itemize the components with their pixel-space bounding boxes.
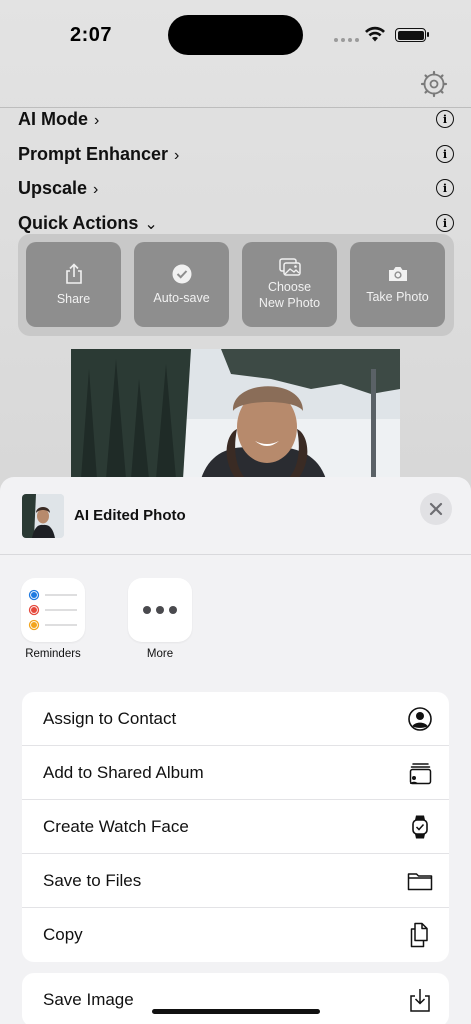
share-sheet-header: AI Edited Photo: [0, 477, 471, 555]
action-list: Assign to Contact Add to Shared Album Cr…: [22, 692, 449, 962]
chevron-right-icon: ›: [93, 180, 99, 198]
gear-icon[interactable]: [420, 70, 448, 98]
close-button[interactable]: [420, 493, 452, 525]
reminders-label: Reminders: [25, 648, 81, 660]
watch-icon: [412, 815, 428, 838]
choose-new-photo-button[interactable]: Choose New Photo: [242, 242, 337, 327]
camera-icon: [388, 266, 407, 281]
action-label: Save to Files: [43, 870, 142, 890]
menu-label: Quick Actions: [18, 212, 139, 233]
menu-prompt-enhancer[interactable]: Prompt Enhancer › i: [18, 139, 454, 169]
copy-row[interactable]: Copy: [22, 908, 449, 962]
auto-save-label: Auto-save: [153, 290, 210, 305]
share-sheet-title: AI Edited Photo: [74, 507, 186, 524]
info-icon[interactable]: i: [436, 214, 454, 232]
chevron-down-icon: ⌄: [144, 215, 158, 233]
status-time: 2:07: [70, 24, 113, 46]
create-watch-face-row[interactable]: Create Watch Face: [22, 800, 449, 854]
close-icon: [429, 502, 443, 516]
wifi-icon: [365, 26, 385, 42]
share-icon: [65, 262, 82, 284]
info-icon[interactable]: i: [436, 145, 454, 163]
shared-album-icon: [409, 762, 432, 784]
take-photo-label: Take Photo: [366, 289, 429, 304]
share-button[interactable]: Share: [26, 242, 121, 327]
more-app-button[interactable]: [128, 578, 192, 642]
reminders-app-button[interactable]: [21, 578, 85, 642]
reminders-icon: [28, 589, 77, 631]
take-photo-button[interactable]: Take Photo: [350, 242, 445, 327]
share-sheet: AI Edited Photo Reminders More Assign to…: [0, 477, 471, 1024]
action-label: Add to Shared Album: [43, 762, 204, 782]
dynamic-island: [168, 15, 303, 55]
more-label: More: [146, 648, 174, 660]
info-icon[interactable]: i: [436, 110, 454, 128]
action-label: Copy: [43, 925, 83, 944]
battery-icon: [395, 28, 429, 42]
share-label: Share: [56, 291, 91, 306]
photos-icon: [278, 258, 301, 276]
quick-actions-panel: Share Auto-save Choose New Photo Take Ph…: [18, 234, 454, 336]
edited-photo: [71, 349, 400, 479]
more-icon: [143, 606, 177, 614]
save-download-icon: [410, 989, 430, 1012]
person-circle-icon: [408, 706, 432, 731]
chevron-right-icon: ›: [94, 111, 100, 129]
assign-to-contact-row[interactable]: Assign to Contact: [22, 692, 449, 746]
info-icon[interactable]: i: [436, 179, 454, 197]
status-bar: 2:07: [0, 0, 471, 70]
action-label: Assign to Contact: [43, 708, 177, 728]
photo-thumbnail: [22, 494, 64, 538]
action-label: Save Image: [43, 990, 134, 1009]
save-image-row[interactable]: Save Image: [22, 973, 449, 1024]
menu-label: Upscale: [18, 177, 88, 198]
menu-label: AI Mode: [18, 108, 88, 129]
signal-dots-icon: [334, 38, 359, 42]
folder-icon: [407, 872, 433, 890]
action-list-2: Save Image: [22, 973, 449, 1024]
chevron-right-icon: ›: [174, 146, 180, 164]
action-label: Create Watch Face: [43, 816, 189, 836]
copy-icon: [410, 922, 428, 948]
home-indicator[interactable]: [152, 1009, 320, 1014]
menu-upscale[interactable]: Upscale › i: [18, 173, 454, 203]
menu-ai-mode[interactable]: AI Mode › i: [18, 104, 454, 134]
save-to-files-row[interactable]: Save to Files: [22, 854, 449, 908]
auto-save-button[interactable]: Auto-save: [134, 242, 229, 327]
choose-new-photo-label: Choose New Photo: [258, 280, 321, 310]
menu-label: Prompt Enhancer: [18, 143, 169, 164]
add-to-shared-album-row[interactable]: Add to Shared Album: [22, 746, 449, 800]
checkmark-circle-icon: [172, 264, 191, 283]
